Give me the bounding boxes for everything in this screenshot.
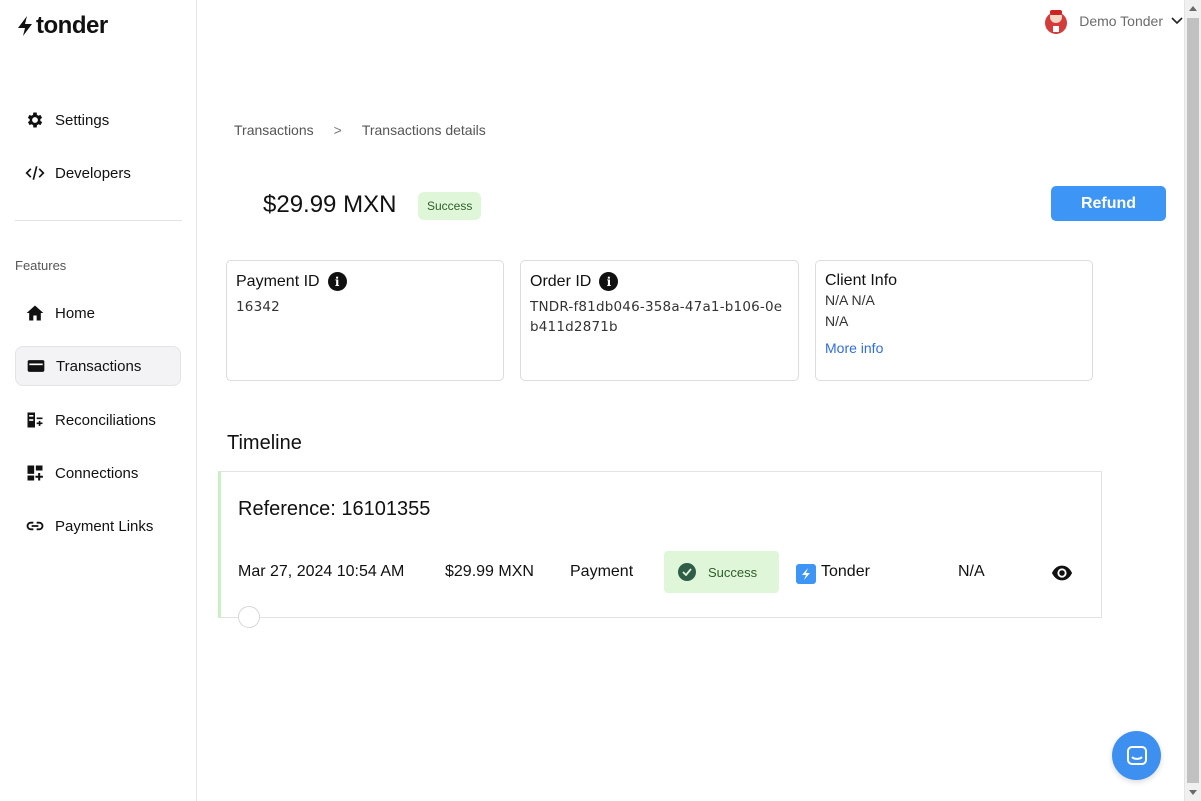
tonder-logo[interactable]: tonder — [16, 12, 108, 40]
breadcrumb-separator: > — [333, 122, 342, 138]
payment-id-card: Payment ID i 16342 — [226, 260, 504, 381]
scroll-up-arrow[interactable] — [1189, 6, 1197, 11]
sidebar-item-label: Home — [55, 304, 96, 322]
scroll-thumb[interactable] — [1187, 18, 1199, 783]
entry-amount: $29.99 MXN — [445, 563, 534, 580]
breadcrumb-transactions[interactable]: Transactions — [234, 122, 314, 138]
entry-extra: N/A — [958, 563, 985, 580]
chat-icon — [1126, 745, 1147, 765]
entry-status-badge: Success — [664, 551, 779, 593]
sidebar-item-home[interactable]: Home — [15, 293, 181, 333]
sidebar-item-label: Payment Links — [55, 517, 154, 535]
code-icon — [25, 166, 45, 180]
section-label-features: Features — [15, 258, 67, 273]
sidebar-item-developers[interactable]: Developers — [15, 153, 181, 193]
home-icon — [26, 305, 44, 321]
payment-id-value: 16342 — [236, 299, 280, 315]
order-id-value: TNDR-f81db046-358a-47a1-b106-0eb411d2871… — [530, 299, 783, 335]
order-id-label: Order ID — [530, 272, 592, 290]
sidebar-item-reconciliations[interactable]: Reconciliations — [15, 400, 181, 440]
transaction-amount: $29.99 MXN — [263, 191, 397, 218]
order-id-title: Order ID i — [530, 272, 789, 291]
tonder-provider-icon — [796, 564, 816, 584]
vertical-scrollbar[interactable] — [1184, 0, 1201, 801]
card-icon — [27, 360, 45, 372]
scroll-down-arrow[interactable] — [1189, 790, 1197, 795]
link-icon — [26, 521, 44, 531]
chat-button[interactable] — [1112, 731, 1161, 780]
logo-text: tonder — [36, 12, 108, 39]
sidebar-item-label: Reconciliations — [55, 411, 156, 429]
bolt-icon — [18, 16, 32, 36]
user-menu[interactable]: Demo Tonder — [1041, 6, 1183, 36]
payment-id-label: Payment ID — [236, 272, 320, 290]
client-info-title: Client Info — [825, 272, 898, 289]
info-icon[interactable]: i — [327, 272, 347, 291]
entry-status-label: Success — [708, 564, 758, 580]
sidebar-item-transactions[interactable]: Transactions — [15, 346, 181, 386]
sidebar-item-connections[interactable]: Connections — [15, 453, 181, 493]
sidebar-item-settings[interactable]: Settings — [15, 100, 181, 140]
status-badge: Success — [418, 192, 482, 220]
eye-icon[interactable] — [1051, 562, 1073, 584]
sidebar-item-label: Developers — [55, 164, 131, 182]
order-id-card: Order ID i TNDR-f81db046-358a-47a1-b106-… — [520, 260, 799, 381]
timeline-reference: Reference: 16101355 — [238, 498, 431, 520]
chevron-down-icon — [1171, 17, 1183, 25]
breadcrumb-current: Transactions details — [361, 122, 486, 138]
sidebar-item-label: Connections — [55, 464, 139, 482]
avatar — [1045, 10, 1068, 34]
client-email: N/A — [825, 313, 849, 329]
breadcrumb: Transactions > Transactions details — [234, 122, 486, 138]
reconcile-icon — [27, 412, 43, 428]
entry-date: Mar 27, 2024 10:54 AM — [238, 563, 405, 580]
sidebar-item-label: Settings — [55, 111, 110, 129]
timeline-entry-card — [218, 471, 1102, 618]
sidebar-divider — [15, 220, 182, 221]
info-icon[interactable]: i — [599, 272, 619, 291]
sidebar: tonder Settings Developers Features Home… — [0, 0, 197, 801]
entry-provider: Tonder — [821, 563, 870, 580]
timeline-dot — [238, 606, 260, 628]
check-circle-icon — [678, 563, 696, 581]
sidebar-item-label: Transactions — [56, 357, 142, 375]
timeline-title: Timeline — [227, 432, 302, 454]
refund-button[interactable]: Refund — [1051, 186, 1166, 221]
client-info-card: Client Info N/A N/A N/A More info — [815, 260, 1093, 381]
gear-icon — [27, 112, 43, 128]
user-name: Demo Tonder — [1079, 13, 1163, 29]
sidebar-item-payment-links[interactable]: Payment Links — [15, 506, 181, 546]
payment-id-title: Payment ID i — [236, 272, 494, 291]
client-name: N/A N/A — [825, 292, 875, 308]
dashboard-icon — [27, 465, 43, 481]
entry-type: Payment — [570, 563, 634, 580]
more-info-link[interactable]: More info — [825, 340, 883, 356]
